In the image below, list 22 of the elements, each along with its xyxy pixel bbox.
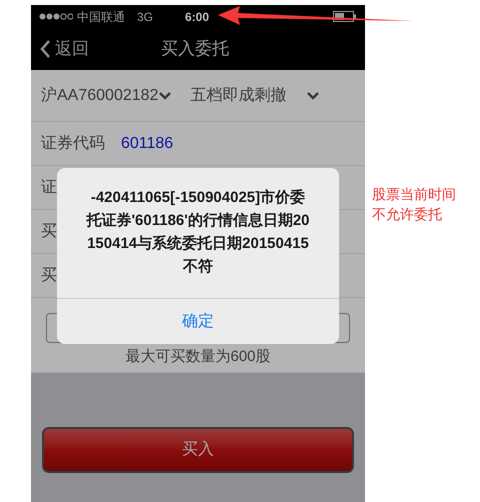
network-text: 3G [137, 8, 154, 26]
screen-title: 买入委托 [161, 38, 229, 60]
field-label: 买 [41, 222, 57, 242]
time-text: 6:00 [185, 8, 210, 26]
price-type-select[interactable]: 五档即成剩撤 [190, 84, 320, 108]
back-chevron-icon [39, 39, 51, 59]
max-quantity-hint: 最大可买数量为600股 [125, 347, 271, 368]
back-button[interactable]: 返回 [31, 36, 89, 62]
account-select[interactable]: 沪AA760002182 [41, 84, 172, 108]
field-label: 证券代码 [41, 134, 105, 154]
field-label: 证 [41, 178, 57, 198]
signal-icon [39, 13, 73, 20]
annotation-text: 不允许委托 [372, 205, 443, 224]
confirm-button[interactable]: 确定 [57, 298, 339, 344]
buy-button[interactable]: 买入 [42, 427, 354, 473]
annotation-text: 股票当前时间 [372, 185, 456, 204]
chevron-down-icon [158, 90, 172, 100]
field-value: 601186 [121, 134, 174, 154]
alert-message: -420411065[-150904025]市价委托证券'601186'的行情信息日期20150414与系统委托日期20150415不符 [85, 188, 311, 277]
carrier-text: 中国联通 [77, 8, 125, 26]
chevron-down-icon [306, 90, 320, 100]
field-label: 买 [41, 266, 57, 286]
